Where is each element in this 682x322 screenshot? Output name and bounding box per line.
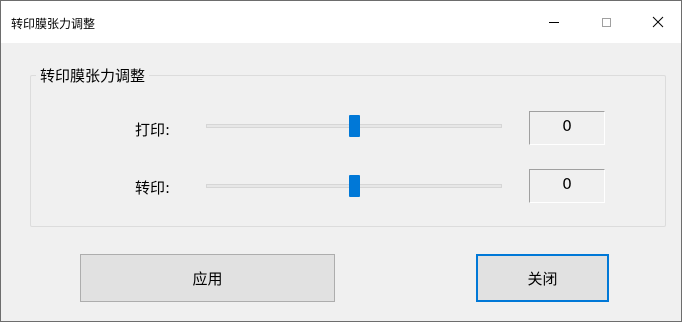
close-button[interactable]: 关闭 bbox=[476, 254, 609, 302]
transfer-label: 转印: bbox=[135, 179, 171, 197]
minimize-icon bbox=[549, 21, 559, 23]
dialog-window: 转印膜张力调整 转印膜张力调整 打印: 0 转印: 0 应用 关闭 bbox=[0, 0, 682, 322]
close-icon bbox=[652, 16, 664, 28]
transfer-tension-slider[interactable] bbox=[206, 175, 502, 197]
apply-button[interactable]: 应用 bbox=[80, 254, 335, 302]
title-bar[interactable]: 转印膜张力调整 bbox=[1, 1, 681, 43]
groupbox-title: 转印膜张力调整 bbox=[36, 65, 150, 86]
maximize-button[interactable] bbox=[583, 1, 629, 43]
close-window-button[interactable] bbox=[635, 1, 681, 43]
tension-groupbox bbox=[30, 75, 666, 227]
print-label: 打印: bbox=[135, 121, 171, 139]
minimize-button[interactable] bbox=[531, 1, 577, 43]
transfer-slider-thumb[interactable] bbox=[349, 175, 360, 197]
maximize-icon bbox=[601, 17, 611, 27]
print-tension-slider[interactable] bbox=[206, 115, 502, 137]
transfer-value-box: 0 bbox=[529, 169, 605, 203]
print-slider-thumb[interactable] bbox=[349, 115, 360, 137]
print-value-box: 0 bbox=[529, 111, 605, 145]
window-title: 转印膜张力调整 bbox=[11, 17, 96, 31]
